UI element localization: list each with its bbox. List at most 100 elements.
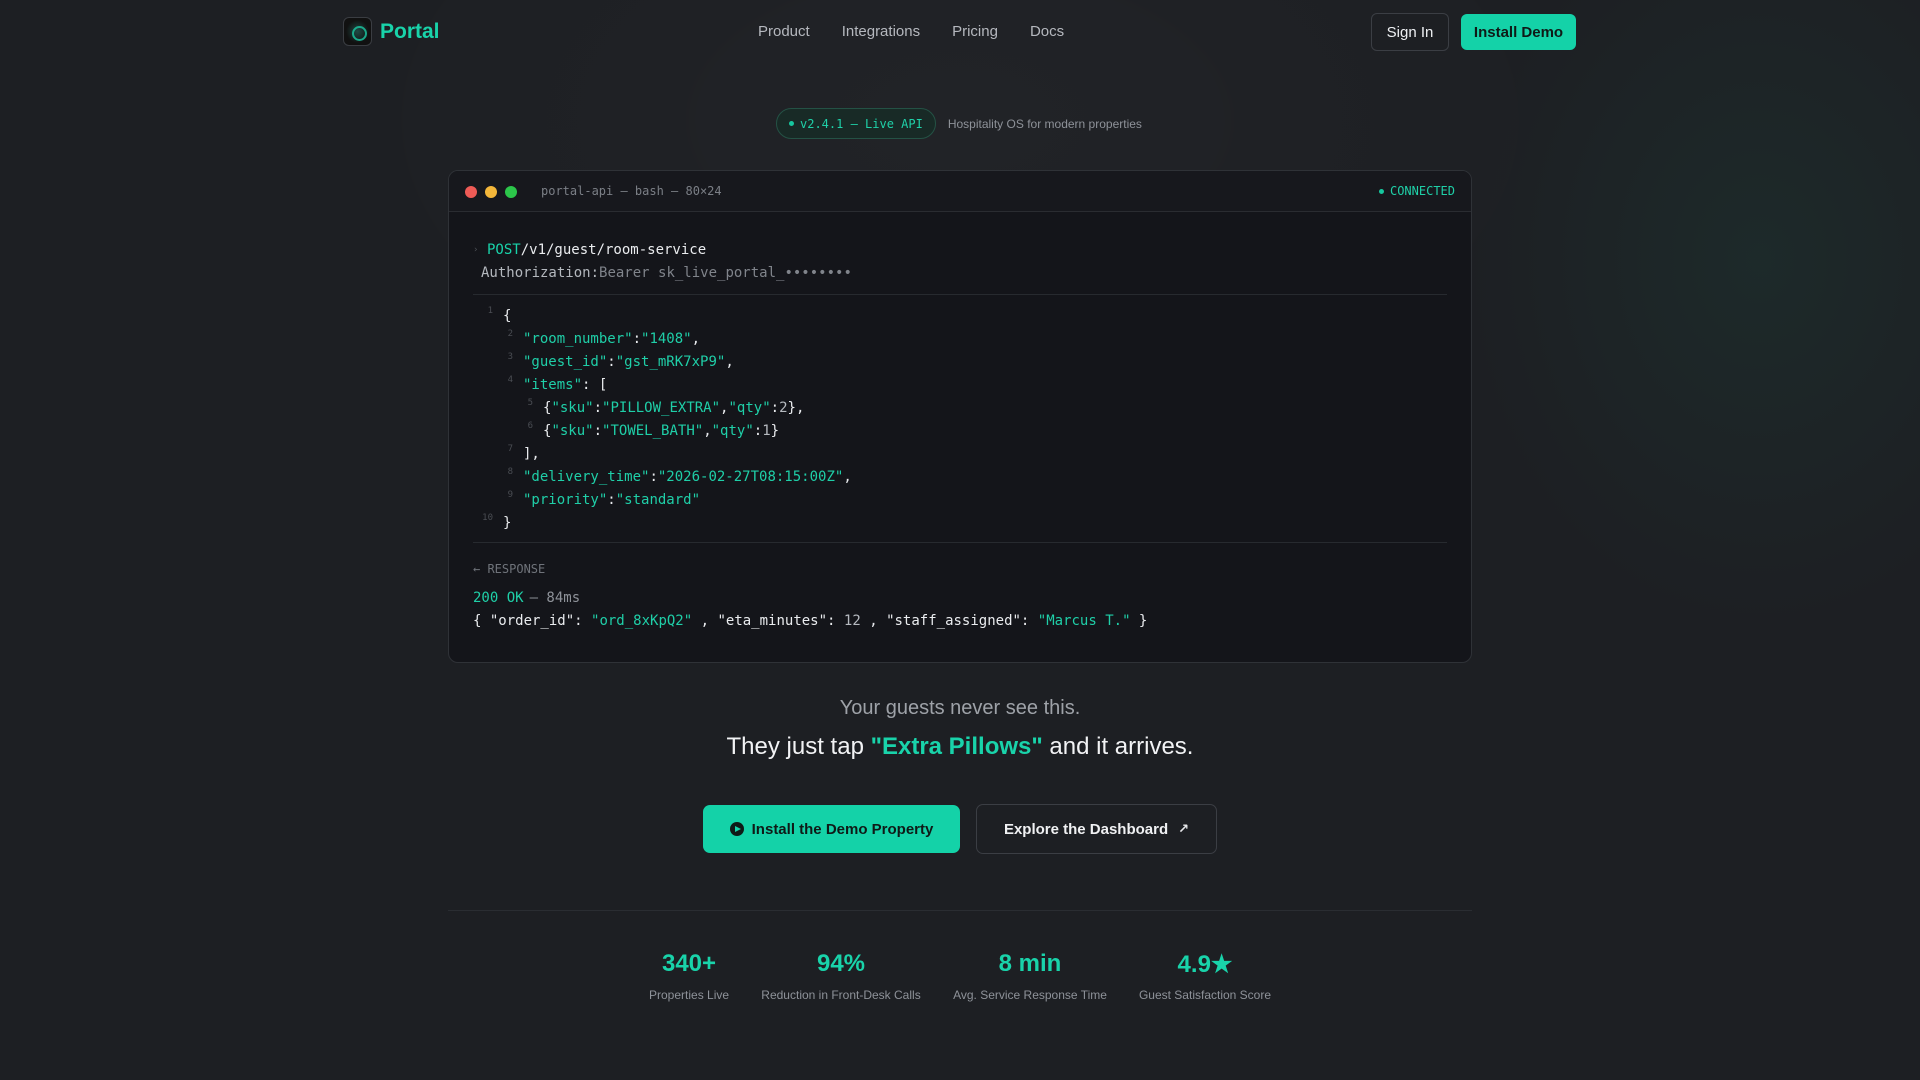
response-status: 200 OK — 84ms (473, 587, 1447, 609)
json-key: "staff_assigned" (886, 613, 1021, 629)
auth-key: Authorization: (481, 264, 600, 281)
line-number: 6 (527, 421, 533, 431)
request-path: /v1/guest/room-service (520, 241, 707, 258)
sign-in-button[interactable]: Sign In (1371, 13, 1449, 51)
close-window-icon (465, 186, 477, 198)
json-value: "gst_mRK7xP9" (615, 353, 726, 370)
top-navigation: Portal Product Integrations Pricing Docs… (0, 0, 1920, 64)
json-value: 12 (843, 613, 861, 629)
line-number: 7 (507, 444, 513, 454)
install-demo-property-label: Install the Demo Property (751, 820, 934, 838)
version-badge-label: v2.4.1 — Live API (800, 116, 923, 131)
explore-dashboard-label: Explore the Dashboard (1003, 820, 1169, 838)
stat-value: 4.9★ (1177, 951, 1233, 978)
json-key: "eta_minutes" (717, 613, 828, 629)
auth-value: Bearer sk_live_portal_•••••••• (599, 264, 852, 281)
line-number: 8 (507, 467, 513, 477)
stat-label: Properties Live (649, 988, 730, 1002)
stat-properties: 340+ Properties Live (649, 950, 729, 1002)
stat-label: Reduction in Front-Desk Calls (761, 988, 921, 1002)
http-method: POST (487, 241, 521, 258)
line-number: 9 (507, 490, 513, 500)
stat-value: 94% (816, 950, 866, 977)
auth-header: Authorization: Bearer sk_live_portal_•••… (481, 261, 1447, 284)
divider (473, 542, 1447, 543)
version-row: v2.4.1 — Live API Hospitality OS for mod… (776, 108, 1142, 139)
portal-logo-icon (343, 17, 372, 46)
terminal-body: › POST /v1/guest/room-service Authorizat… (449, 212, 1471, 633)
stat-satisfaction: 4.9★ Guest Satisfaction Score (1138, 950, 1272, 1002)
json-value: "TOWEL_BATH" (602, 422, 704, 439)
minimize-window-icon (485, 186, 497, 198)
maximize-window-icon (505, 186, 517, 198)
nav-link-product[interactable]: Product (758, 23, 810, 40)
hero-headline-pre: They just tap (726, 733, 871, 760)
response-json: { "order_id": "ord_8xKpQ2" , "eta_minute… (473, 613, 1148, 629)
json-key: "order_id" (489, 613, 575, 629)
json-value: 1 (762, 422, 771, 439)
line-number: 3 (507, 352, 513, 362)
response-time: — 84ms (529, 590, 581, 606)
json-key: "room_number" (523, 330, 633, 347)
json-key: "priority" (523, 491, 608, 508)
nav-links: Product Integrations Pricing Docs (758, 23, 1064, 40)
brand-name: Portal (380, 19, 440, 43)
external-arrow-icon: ↗ (1178, 821, 1190, 837)
install-demo-button[interactable]: Install Demo (1461, 14, 1576, 50)
version-tagline: Hospitality OS for modern properties (947, 116, 1142, 131)
hero-headline-highlight: "Extra Pillows" (870, 733, 1043, 760)
api-terminal: portal-api — bash — 80×24 CONNECTED › PO… (448, 170, 1472, 663)
json-value: "ord_8xKpQ2" (591, 613, 693, 629)
line-number: 5 (527, 398, 533, 408)
hero-headline: They just tap "Extra Pillows" and it arr… (0, 733, 1920, 761)
json-key: "qty" (728, 399, 771, 416)
json-key: "guest_id" (523, 353, 608, 370)
code-line: 10 } (473, 511, 1447, 534)
stat-value: 8 min (998, 950, 1062, 977)
nav-link-integrations[interactable]: Integrations (842, 23, 920, 40)
hero-subtitle: Your guests never see this. (839, 697, 1081, 719)
json-value: "1408" (641, 330, 692, 347)
json-value: "PILLOW_EXTRA" (602, 399, 721, 416)
prompt-caret-icon: › (473, 244, 479, 255)
stat-label: Guest Satisfaction Score (1138, 988, 1272, 1002)
version-badge: v2.4.1 — Live API (776, 108, 936, 139)
code-line: 4 "items": [ (473, 373, 1447, 396)
json-key: "sku" (551, 422, 594, 439)
json-value: "standard" (615, 491, 701, 508)
explore-dashboard-button[interactable]: Explore the Dashboard ↗ (976, 804, 1217, 854)
response-status-code: 200 OK (473, 590, 524, 606)
connection-status-label: CONNECTED (1389, 184, 1455, 198)
json-value: "Marcus T." (1037, 613, 1131, 629)
line-number: 2 (507, 329, 513, 339)
json-value: "2026-02-27T08:15:00Z" (657, 468, 844, 485)
json-value: 2 (779, 399, 788, 416)
terminal-header: portal-api — bash — 80×24 CONNECTED (449, 171, 1471, 212)
line-number: 10 (482, 513, 493, 523)
nav-link-pricing[interactable]: Pricing (952, 23, 998, 40)
install-demo-property-button[interactable]: Install the Demo Property (703, 805, 960, 853)
code-line: 2 "room_number": "1408", (473, 327, 1447, 350)
json-key: "items" (523, 376, 583, 393)
hero-headline-post: and it arrives. (1042, 733, 1194, 760)
line-number: 1 (487, 306, 493, 316)
code-line: 1 { (473, 304, 1447, 327)
code-line: 6 {"sku": "TOWEL_BATH", "qty":1} (473, 419, 1447, 442)
code-line: 9 "priority": "standard" (473, 488, 1447, 511)
stat-call-reduction: 94% Reduction in Front-Desk Calls (761, 950, 921, 1002)
section-divider (448, 910, 1472, 911)
play-icon (729, 822, 744, 836)
line-number: 4 (507, 375, 513, 385)
code-line: 7 ], (473, 442, 1447, 465)
stat-response-time: 8 min Avg. Service Response Time (953, 950, 1107, 1002)
json-key: "delivery_time" (523, 468, 650, 485)
response-label: ← RESPONSE (473, 562, 546, 576)
connection-status: CONNECTED (1378, 184, 1455, 198)
json-key: "qty" (711, 422, 754, 439)
terminal-title: portal-api — bash — 80×24 (541, 184, 722, 198)
brand-logo[interactable]: Portal (343, 17, 440, 46)
stat-label: Avg. Service Response Time (953, 988, 1107, 1002)
status-dot-icon (789, 121, 794, 126)
nav-link-docs[interactable]: Docs (1030, 23, 1064, 40)
request-line: › POST /v1/guest/room-service (473, 238, 1447, 261)
